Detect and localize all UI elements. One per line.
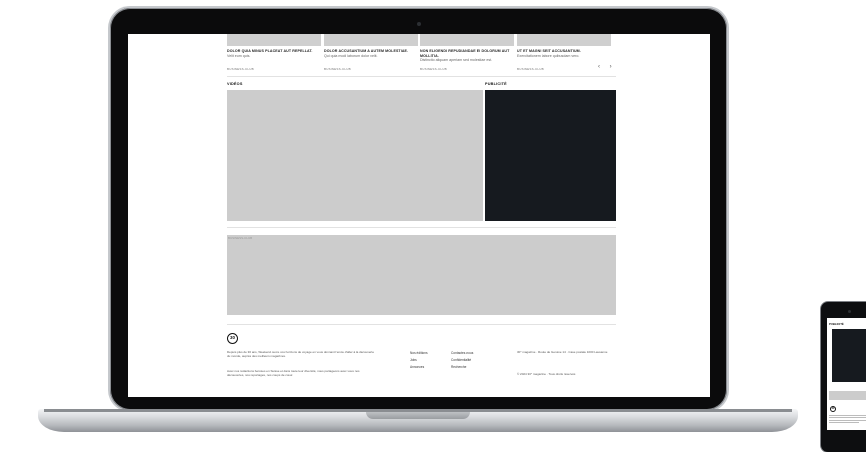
video-player[interactable] (227, 90, 483, 221)
text-line (829, 422, 859, 424)
article-category[interactable]: BUSINESS-CLUB (324, 67, 351, 71)
article-card[interactable]: UT ET MAGNI SEIT ACCUSANTIUM. Exercitati… (517, 49, 609, 58)
footer-address: 30° magazine · Route de Genève 14 · Case… (517, 350, 608, 354)
divider (227, 227, 616, 228)
article-thumbnail[interactable] (420, 34, 514, 46)
article-subtitle: Velit eum quis. (227, 53, 251, 58)
banner-ad[interactable] (227, 235, 616, 315)
divider (227, 76, 616, 77)
article-title[interactable]: DOLOR ACCUSANTIUM A AUTEM MOLESTIAE. (324, 49, 416, 54)
footer-text-lines (829, 415, 866, 425)
text-line (829, 417, 866, 419)
footer-copyright: © 2024 30° magazine · Tous droits réserv… (517, 372, 576, 376)
article-thumbnail[interactable] (227, 34, 321, 46)
phone-screen: PUBLICITÉ 30 (827, 318, 866, 430)
article-subtitle: Exercitationem labore quibusdam vero. (517, 53, 580, 58)
laptop-notch (366, 412, 470, 419)
article-card[interactable]: DOLOR QUIA MINUS PLACEAT AUT REPELLAT. V… (227, 49, 319, 58)
banner-ad[interactable] (829, 391, 866, 400)
camera-icon (417, 22, 421, 26)
footer-about: Depuis plus de 30 ans, Weekend ouvre vos… (227, 350, 375, 359)
footer-link[interactable]: Recherche (451, 364, 466, 371)
footer-link[interactable]: Contactez-nous (451, 350, 473, 357)
article-title[interactable]: DOLOR QUIA MINUS PLACEAT AUT REPELLAT. (227, 49, 319, 54)
section-title-videos: VIDÉOS (227, 82, 243, 86)
chevron-left-icon[interactable]: ‹ (598, 64, 604, 70)
footer-link[interactable]: Jobs (410, 357, 417, 364)
ad-slot[interactable] (485, 90, 616, 221)
article-category[interactable]: BUSINESS-CLUB (420, 67, 447, 71)
article-subtitle: Distinctio aliquam aperiam sed molestiae… (420, 58, 493, 63)
chevron-right-icon[interactable]: › (610, 64, 616, 70)
article-subtitle: Qui quia modi laborum dolor velit. (324, 53, 378, 58)
footer-about: Avec nos rédactions bercées en Suisse et… (227, 369, 360, 378)
article-category[interactable]: BUSINESS-CLUB (227, 67, 254, 71)
footer-link[interactable]: Annonces (410, 364, 424, 371)
banner-category: BUSINESS-CLUB (228, 236, 253, 240)
article-card[interactable]: NON ELIGENDI REPUDIANDAE EI DOLORUM AUT … (420, 49, 512, 63)
text-line (829, 415, 866, 416)
carousel-controls: ‹ › (598, 64, 616, 70)
article-thumbnail[interactable] (324, 34, 418, 46)
article-card[interactable]: DOLOR ACCUSANTIUM A AUTEM MOLESTIAE. Qui… (324, 49, 416, 58)
ad-slot[interactable] (832, 329, 866, 382)
footer-link[interactable]: Confidentialité (451, 357, 471, 364)
article-category[interactable]: BUSINESS-CLUB (517, 67, 544, 71)
footer-link[interactable]: Nos éditions (410, 350, 428, 357)
camera-icon (848, 310, 851, 313)
section-title-pub: PUBLICITÉ (829, 322, 844, 326)
divider (227, 324, 616, 325)
section-title-pub: PUBLICITÉ (485, 82, 507, 86)
site-logo[interactable]: 30 (830, 406, 836, 412)
site-logo[interactable]: 30 (227, 333, 238, 344)
laptop-screen: DOLOR QUIA MINUS PLACEAT AUT REPELLAT. V… (128, 34, 710, 397)
article-thumbnail[interactable] (517, 34, 611, 46)
text-line (829, 419, 866, 421)
article-title[interactable]: NON ELIGENDI REPUDIANDAE EI DOLORUM AUT … (420, 49, 512, 58)
